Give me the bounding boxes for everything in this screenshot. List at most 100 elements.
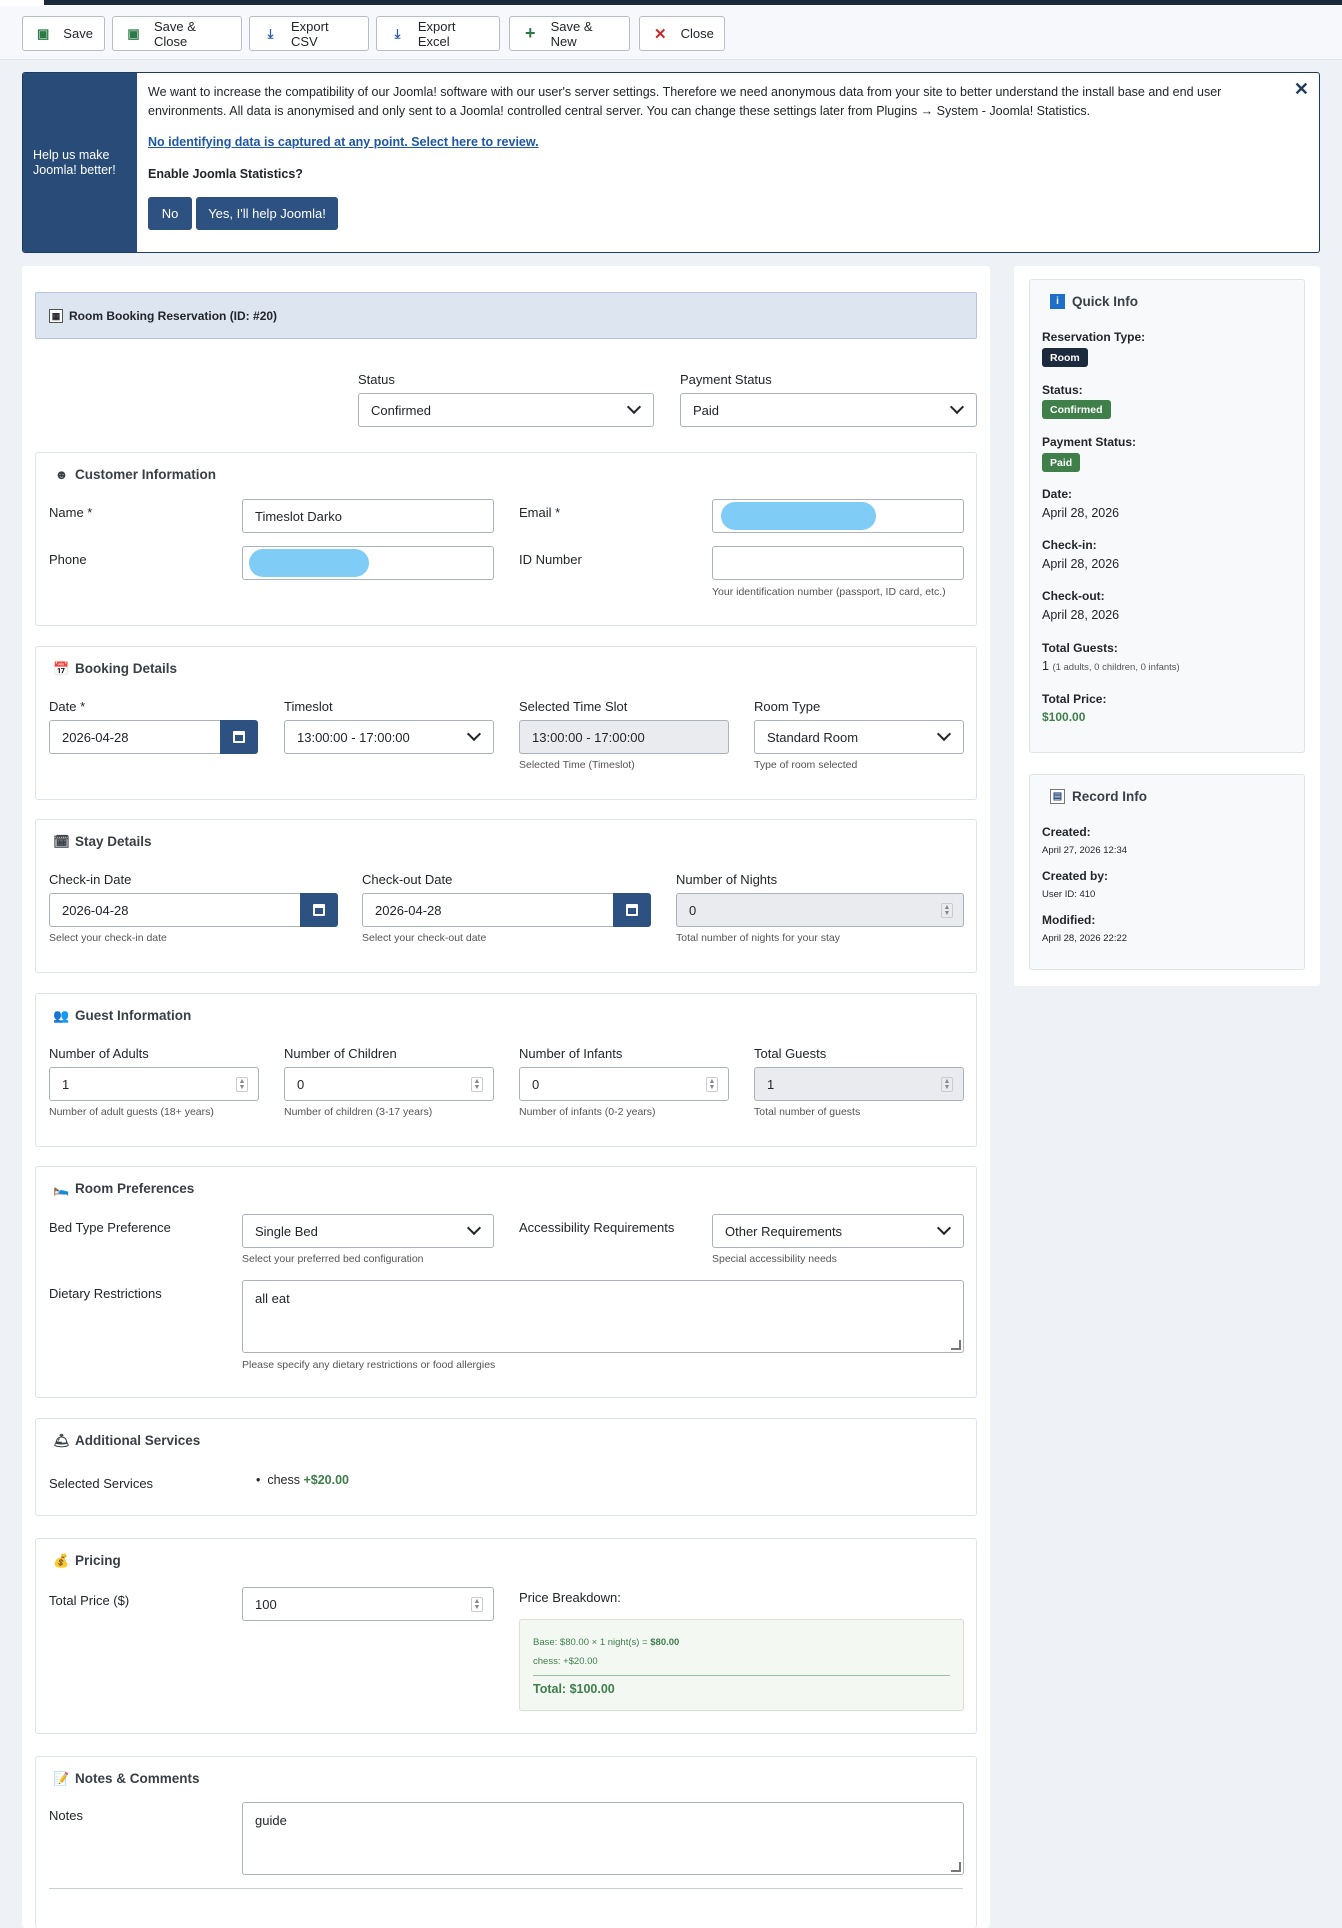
toolbar: ▣ Save ▣ Save & Close ⤓ Export CSV ⤓ Export … bbox=[0, 6, 1342, 60]
checkin-label: Check-in: bbox=[1042, 538, 1097, 552]
email-input[interactable] bbox=[712, 499, 964, 533]
additional-services-section: 🛎 Additional Services Selected Services •… bbox=[35, 1418, 977, 1516]
accessibility-hint: Special accessibility needs bbox=[712, 1253, 837, 1265]
save-close-button[interactable]: ▣ Save & Close bbox=[112, 16, 242, 51]
infants-hint: Number of infants (0-2 years) bbox=[519, 1106, 656, 1118]
checkin-picker-button[interactable] bbox=[300, 893, 338, 927]
main-form: ▦ Room Booking Reservation (ID: #20) Sta… bbox=[22, 266, 990, 1928]
review-link[interactable]: No identifying data is captured at any p… bbox=[148, 135, 539, 149]
email-label: Email * bbox=[519, 505, 561, 520]
bed-type-select[interactable]: Single Bed bbox=[242, 1214, 494, 1248]
chevron-down-icon bbox=[949, 399, 965, 415]
dietary-label: Dietary Restrictions bbox=[49, 1286, 162, 1301]
created-label: Created: bbox=[1042, 825, 1091, 839]
form-title: Room Booking Reservation (ID: #20) bbox=[69, 308, 278, 323]
export-csv-button[interactable]: ⤓ Export CSV bbox=[249, 16, 369, 51]
notes-section: 📝 Notes & Comments Notes guide bbox=[35, 1756, 977, 1928]
section-title: Customer Information bbox=[75, 467, 217, 482]
save-button[interactable]: ▣ Save bbox=[22, 16, 105, 51]
redacted-mark bbox=[249, 549, 369, 577]
stay-details-section: 🗓 Stay Details Check-in Date 2026-04-28 S… bbox=[35, 819, 977, 973]
selected-time-slot-label: Selected Time Slot bbox=[519, 699, 628, 714]
adults-input[interactable]: 1 ▲ ▼ bbox=[49, 1067, 259, 1101]
phone-input[interactable] bbox=[242, 546, 494, 580]
infants-label: Number of Infants bbox=[519, 1046, 623, 1061]
spinner-icon[interactable]: ▲ ▼ bbox=[706, 1077, 718, 1092]
nights-label: Number of Nights bbox=[676, 872, 778, 887]
checkout-input[interactable]: 2026-04-28 bbox=[362, 893, 614, 927]
accessibility-select[interactable]: Other Requirements bbox=[712, 1214, 964, 1248]
checkout-value: April 28, 2026 bbox=[1042, 608, 1120, 622]
resize-handle[interactable] bbox=[951, 1340, 961, 1350]
divider bbox=[49, 1888, 963, 1889]
redacted-mark bbox=[721, 502, 876, 530]
status-badge: Confirmed bbox=[1042, 400, 1111, 419]
checkout-picker-button[interactable] bbox=[613, 893, 651, 927]
download-icon: ⤓ bbox=[267, 25, 274, 41]
spinner-icon[interactable]: ▲ ▼ bbox=[236, 1077, 248, 1092]
chart-icon: ▤ bbox=[1050, 789, 1065, 804]
total-guests-value: 1 (1 adults, 0 children, 0 infants) bbox=[1042, 659, 1180, 673]
banner-side-label: Help us make Joomla! better! bbox=[23, 73, 137, 252]
no-button[interactable]: No bbox=[148, 197, 192, 230]
export-excel-button[interactable]: ⤓ Export Excel bbox=[376, 16, 500, 51]
date-input[interactable]: 2026-04-28 bbox=[49, 720, 221, 754]
nights-hint: Total number of nights for your stay bbox=[676, 932, 840, 944]
adults-hint: Number of adult guests (18+ years) bbox=[49, 1106, 214, 1118]
payment-status-badge: Paid bbox=[1042, 453, 1081, 472]
timeslot-select[interactable]: 13:00:00 - 17:00:00 bbox=[284, 720, 494, 754]
notepad-icon: 📝 bbox=[53, 1770, 70, 1786]
room-type-label: Room Type bbox=[754, 699, 821, 714]
spinner-icon[interactable]: ▲ ▼ bbox=[471, 1597, 483, 1612]
created-by-label: Created by: bbox=[1042, 869, 1109, 883]
service-item: • chess +$20.00 bbox=[256, 1473, 350, 1487]
banner-message: We want to increase the compatibility of… bbox=[148, 85, 1222, 118]
checkout-label: Check-out Date bbox=[362, 872, 453, 887]
modified-label: Modified: bbox=[1042, 913, 1096, 927]
booking-details-section: 📅 Booking Details Date * 2026-04-28 Times… bbox=[35, 646, 977, 800]
close-button[interactable]: ✕ Close bbox=[639, 16, 725, 51]
section-title: Guest Information bbox=[75, 1008, 192, 1023]
calendar-icon bbox=[313, 904, 325, 916]
infants-input[interactable]: 0 ▲ ▼ bbox=[519, 1067, 729, 1101]
panel-title: Quick Info bbox=[1072, 294, 1139, 309]
total-price-label: Total Price: bbox=[1042, 692, 1107, 706]
selected-time-slot-input: 13:00:00 - 17:00:00 bbox=[519, 720, 729, 754]
total-price-input[interactable]: 100 ▲ ▼ bbox=[242, 1587, 494, 1621]
quick-info-panel: i Quick Info Reservation Type: Room Statu… bbox=[1029, 279, 1305, 753]
dietary-textarea[interactable]: all eat bbox=[242, 1280, 964, 1353]
panel-title: Record Info bbox=[1072, 789, 1148, 804]
checkin-input[interactable]: 2026-04-28 bbox=[49, 893, 301, 927]
total-guests-label: Total Guests bbox=[754, 1046, 827, 1061]
notes-textarea[interactable]: guide bbox=[242, 1802, 964, 1875]
record-info-panel: ▤ Record Info Created: April 27, 2026 12:… bbox=[1029, 774, 1305, 970]
name-input[interactable]: Timeslot Darko bbox=[242, 499, 494, 533]
calendar-icon bbox=[233, 731, 245, 743]
yes-help-button[interactable]: Yes, I'll help Joomla! bbox=[196, 197, 338, 230]
money-bag-icon: 💰 bbox=[53, 1552, 70, 1568]
calendar-icon: 📅 bbox=[53, 660, 70, 676]
status-select[interactable]: Confirmed bbox=[358, 393, 654, 427]
date-value: April 28, 2026 bbox=[1042, 506, 1120, 520]
section-title: Notes & Comments bbox=[75, 1771, 200, 1786]
children-input[interactable]: 0 ▲ ▼ bbox=[284, 1067, 494, 1101]
room-type-select[interactable]: Standard Room bbox=[754, 720, 964, 754]
chevron-down-icon bbox=[936, 726, 952, 742]
notes-label: Notes bbox=[49, 1808, 83, 1823]
selected-services-label: Selected Services bbox=[49, 1476, 154, 1491]
base-price-line: Base: $80.00 × 1 night(s) = $80.00 bbox=[533, 1637, 680, 1648]
checkout-hint: Select your check-out date bbox=[362, 932, 487, 944]
bed-type-hint: Select your preferred bed configuration bbox=[242, 1253, 424, 1265]
save-new-button[interactable]: + Save & New bbox=[509, 16, 630, 51]
id-number-input[interactable] bbox=[712, 546, 964, 580]
total-guests-label: Total Guests: bbox=[1042, 641, 1118, 655]
dismiss-icon[interactable]: ✕ bbox=[1294, 79, 1309, 100]
resize-handle[interactable] bbox=[951, 1862, 961, 1872]
payment-status-select[interactable]: Paid bbox=[680, 393, 977, 427]
total-price-value: $100.00 bbox=[1042, 710, 1086, 724]
spinner-icon[interactable]: ▲ ▼ bbox=[471, 1077, 483, 1092]
section-title: Pricing bbox=[75, 1553, 121, 1568]
date-picker-button[interactable] bbox=[220, 720, 258, 754]
reservation-type-label: Reservation Type: bbox=[1042, 330, 1146, 344]
section-title: Additional Services bbox=[75, 1433, 201, 1448]
